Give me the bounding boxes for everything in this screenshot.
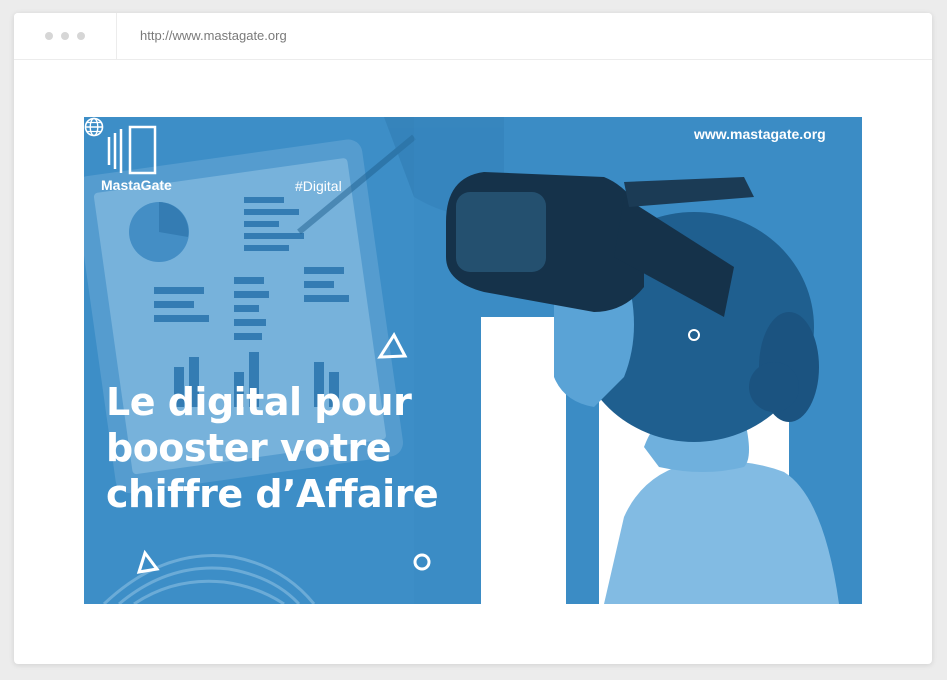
headline: Le digital pour booster votre chiffre d’… [106,379,439,517]
banner-artwork [84,117,862,604]
address-bar[interactable]: http://www.mastagate.org [140,28,287,43]
mastagate-logo-icon [107,125,157,175]
window-dot-1[interactable] [45,32,53,40]
browser-topbar: http://www.mastagate.org [14,13,932,60]
headline-line-1: Le digital pour [106,380,412,424]
logo-wordmark: MastaGate [101,177,172,193]
window-controls [45,32,85,40]
white-bar-left [481,317,566,604]
hashtag-label: #Digital [295,178,342,194]
window-dot-3[interactable] [77,32,85,40]
promo-banner: MastaGate #Digital www.mastagate.org Le … [84,117,862,604]
decorative-waves [102,554,316,604]
website-label: www.mastagate.org [694,126,826,142]
window-dot-2[interactable] [61,32,69,40]
topbar-divider [116,13,117,59]
headline-line-3: chiffre d’Affaire [106,472,439,516]
globe-icon [84,117,104,137]
triangle-outline-icon-small [136,549,160,574]
browser-window: http://www.mastagate.org MastaGate #Digi… [14,13,932,664]
headline-line-2: booster votre [106,426,392,470]
